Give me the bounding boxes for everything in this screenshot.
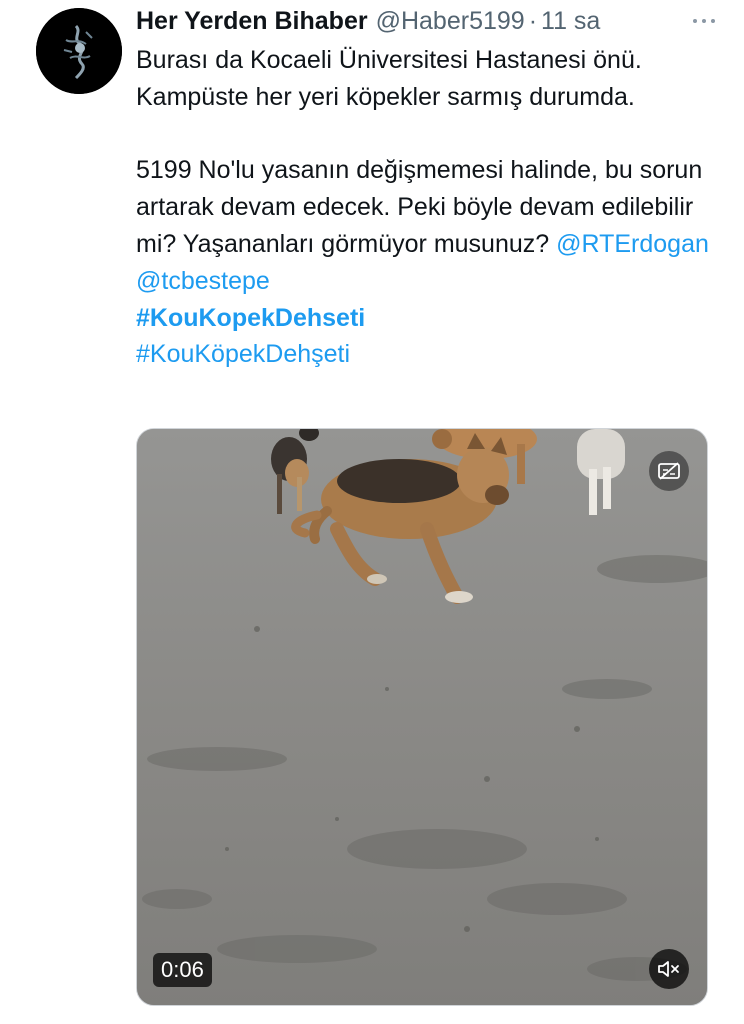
tweet-header: Her Yerden Bihaber @Haber5199 · 11 sa (136, 4, 724, 38)
hashtag-koukopekdehseti[interactable]: #KouKopekDehseti (136, 304, 365, 332)
tweet-paragraph-2: 5199 No'lu yasanın değişmemesi halinde, … (136, 152, 726, 299)
mention-tcbestepe[interactable]: @tcbestepe (136, 267, 270, 295)
avatar[interactable] (36, 8, 122, 94)
author-handle[interactable]: @Haber5199 (376, 7, 525, 36)
tweet-time[interactable]: 11 sa (541, 7, 600, 36)
video-duration: 0:06 (153, 953, 212, 987)
video-player[interactable]: 0:06 (136, 428, 708, 1006)
separator-dot: · (528, 6, 538, 35)
speaker-muted-icon (658, 961, 679, 977)
mute-button[interactable] (649, 949, 689, 989)
hashtag-koukopekdehseti-turkish[interactable]: #KouKöpekDehşeti (136, 340, 350, 368)
avatar-image (36, 8, 122, 94)
mention-rterdogan[interactable]: @RTErdogan (556, 230, 709, 258)
author-name[interactable]: Her Yerden Bihaber (136, 7, 368, 36)
captions-button[interactable] (649, 451, 689, 491)
captions-off-icon (658, 462, 680, 480)
more-options-button[interactable] (684, 6, 724, 36)
video-frame (137, 429, 707, 1005)
more-options-icon (693, 19, 697, 23)
tweet-paragraph-1: Burası da Kocaeli Üniversitesi Hastanesi… (136, 46, 642, 111)
tweet-text: Burası da Kocaeli Üniversitesi Hastanesi… (136, 42, 726, 373)
